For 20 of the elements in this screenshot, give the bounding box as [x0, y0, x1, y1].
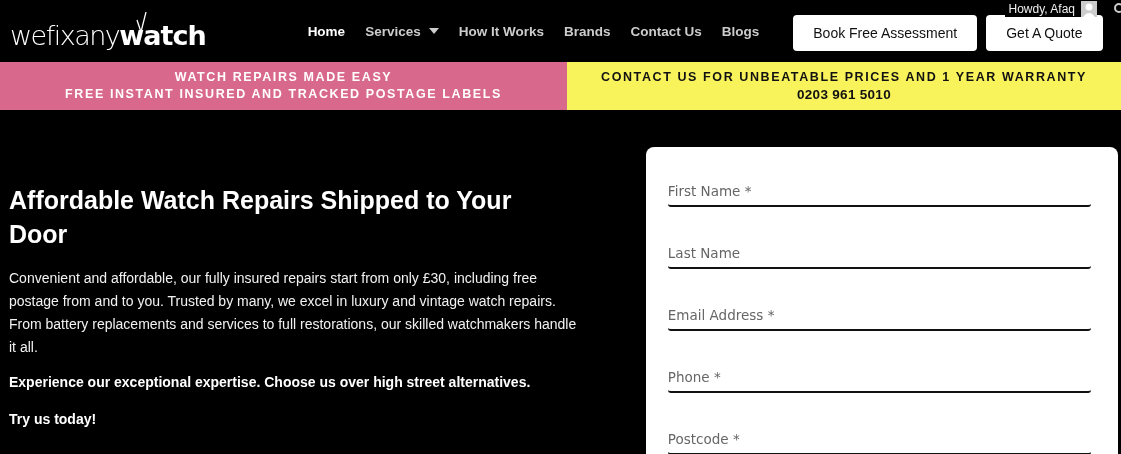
hero-heading: Affordable Watch Repairs Shipped to Your Door — [9, 185, 513, 250]
avatar-icon[interactable] — [1081, 0, 1097, 17]
header-button[interactable]: Book Free Assessment — [793, 15, 978, 51]
banner-text: CONTACT US FOR UNBEATABLE PRICES AND 1 YEAR WARRANTY — [601, 69, 1087, 86]
nav-link[interactable]: Home — [297, 23, 356, 39]
nav-link[interactable]: Services — [355, 23, 449, 39]
banner-text: FREE INSTANT INSURED AND TRACKED POSTAGE LABELS — [65, 86, 502, 103]
nav-link[interactable]: Contact Us — [620, 23, 712, 39]
hero-paragraph: Try us today! — [9, 410, 98, 429]
nav-link[interactable]: How It Works — [448, 23, 554, 39]
search-icon[interactable] — [1112, 2, 1121, 16]
banner-text: WATCH REPAIRS MADE EASY — [174, 69, 393, 86]
logo-text[interactable]: wefixany — [10, 21, 120, 49]
hero-paragraph: Experience our exceptional expertise. Choose us over high street alternatives. — [9, 373, 532, 392]
banner-text: 0203 961 5010 — [797, 86, 891, 103]
header-button[interactable]: Get A Quote — [986, 15, 1103, 51]
nav-link[interactable]: Blogs — [711, 23, 770, 39]
nav-link[interactable]: Brands — [553, 23, 621, 39]
logo-text[interactable]: watch — [119, 21, 206, 49]
hero-paragraph: Convenient and affordable, our fully insured repairs start from only £30, including free postage from and to you. Trusted by many, we excel in luxury and vintage watch repairs. From battery replacements and services to full restorations, our skilled watchmakers handle it all. — [9, 269, 578, 357]
